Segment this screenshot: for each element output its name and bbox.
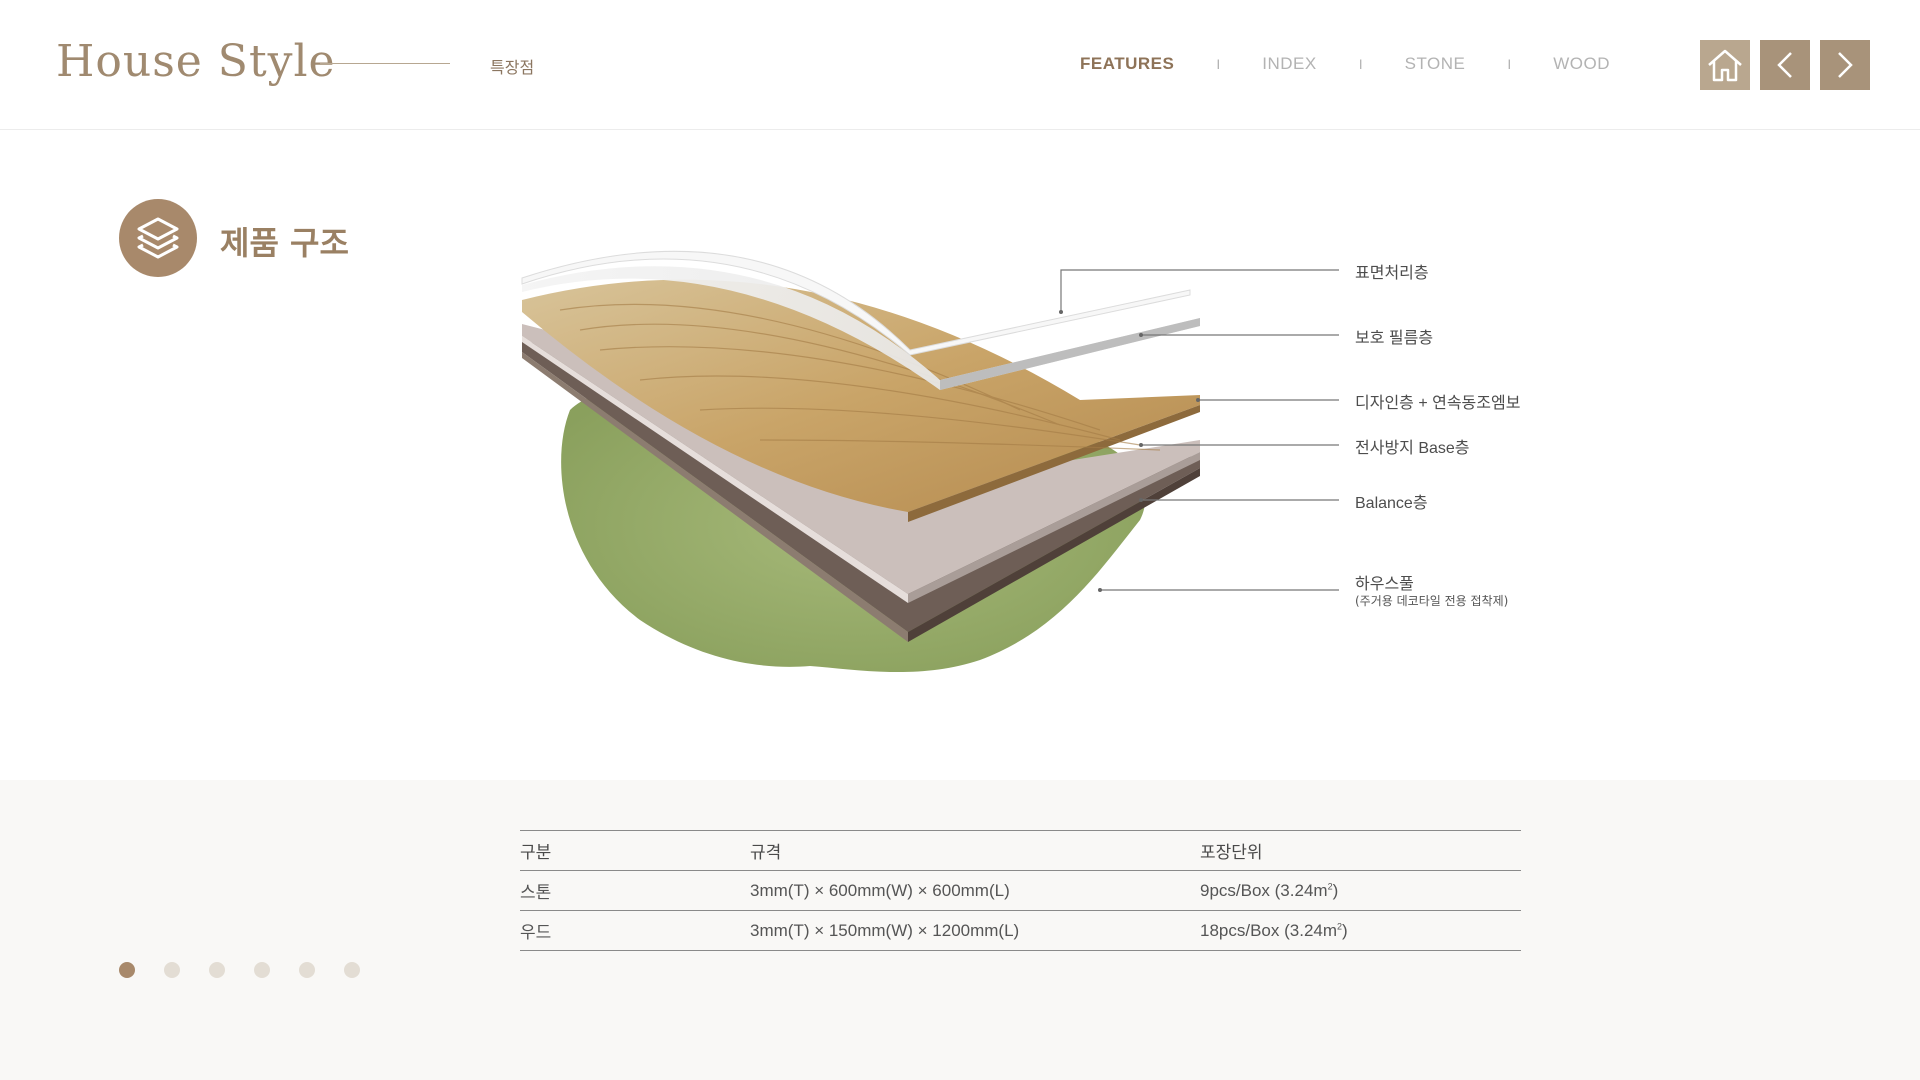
logo-divider (320, 63, 450, 64)
callout-adhesive: 하우스풀 (1355, 576, 1414, 593)
layers-icon (137, 217, 179, 259)
nav-separator: I (1216, 56, 1221, 72)
table-cell-size: 3mm(T) × 600mm(W) × 600mm(L) (750, 870, 1200, 911)
pagination-dot[interactable] (164, 962, 180, 978)
nav-separator: I (1507, 56, 1512, 72)
callout-design-layer: 디자인층 + 연속동조엠보 (1355, 395, 1521, 412)
pagination-dots (119, 962, 360, 978)
table-cell-size: 3mm(T) × 150mm(W) × 1200mm(L) (750, 910, 1200, 951)
section-title: 제품 구조 (220, 224, 349, 262)
table-header-row: 구분 규격 포장단위 (520, 830, 1521, 871)
table-cell-type: 스톤 (520, 870, 750, 911)
table-header-type: 구분 (520, 830, 750, 871)
table-header-pack: 포장단위 (1200, 830, 1521, 871)
next-button[interactable] (1820, 40, 1870, 90)
callout-surface-treatment: 표면처리층 (1355, 265, 1429, 282)
product-structure-diagram: 표면처리층 보호 필름층 디자인층 + 연속동조엠보 전사방지 Base층 Ba… (500, 240, 1600, 700)
table-row: 스톤 3mm(T) × 600mm(W) × 600mm(L) 9pcs/Box… (520, 870, 1521, 911)
top-nav: FEATURES I INDEX I STONE I WOOD (1080, 54, 1610, 74)
layer-illustration (521, 250, 1339, 673)
home-icon (1708, 49, 1742, 82)
callout-protective-film: 보호 필름층 (1355, 330, 1434, 347)
layers-icon-badge (119, 199, 197, 277)
callout-base-layer: 전사방지 Base층 (1355, 440, 1470, 457)
table-cell-type: 우드 (520, 910, 750, 951)
home-button[interactable] (1700, 40, 1750, 90)
page-subtitle: 특장점 (490, 58, 535, 77)
chevron-right-icon (1838, 52, 1853, 78)
pagination-dot[interactable] (344, 962, 360, 978)
spec-table: 구분 규격 포장단위 스톤 3mm(T) × 600mm(W) × 600mm(… (520, 830, 1521, 951)
callout-adhesive-note: (주거용 데코타일 전용 접착제) (1355, 594, 1509, 608)
header: House Style 특장점 FEATURES I INDEX I STONE… (0, 0, 1920, 130)
nav-item-stone[interactable]: STONE (1405, 54, 1466, 74)
pagination-dot[interactable] (254, 962, 270, 978)
prev-button[interactable] (1760, 40, 1810, 90)
chevron-left-icon (1777, 52, 1792, 78)
logo[interactable]: House Style (56, 36, 336, 87)
callout-balance-layer: Balance층 (1355, 495, 1428, 512)
nav-item-wood[interactable]: WOOD (1553, 54, 1610, 74)
pagination-dot[interactable] (119, 962, 135, 978)
table-row: 우드 3mm(T) × 150mm(W) × 1200mm(L) 18pcs/B… (520, 910, 1521, 951)
pagination-dot[interactable] (299, 962, 315, 978)
nav-separator: I (1358, 56, 1363, 72)
table-header-size: 규격 (750, 830, 1200, 871)
table-cell-pack: 18pcs/Box (3.24m2) (1200, 910, 1521, 951)
pagination-dot[interactable] (209, 962, 225, 978)
nav-item-features[interactable]: FEATURES (1080, 54, 1174, 74)
table-cell-pack: 9pcs/Box (3.24m2) (1200, 870, 1521, 911)
nav-item-index[interactable]: INDEX (1262, 54, 1316, 74)
